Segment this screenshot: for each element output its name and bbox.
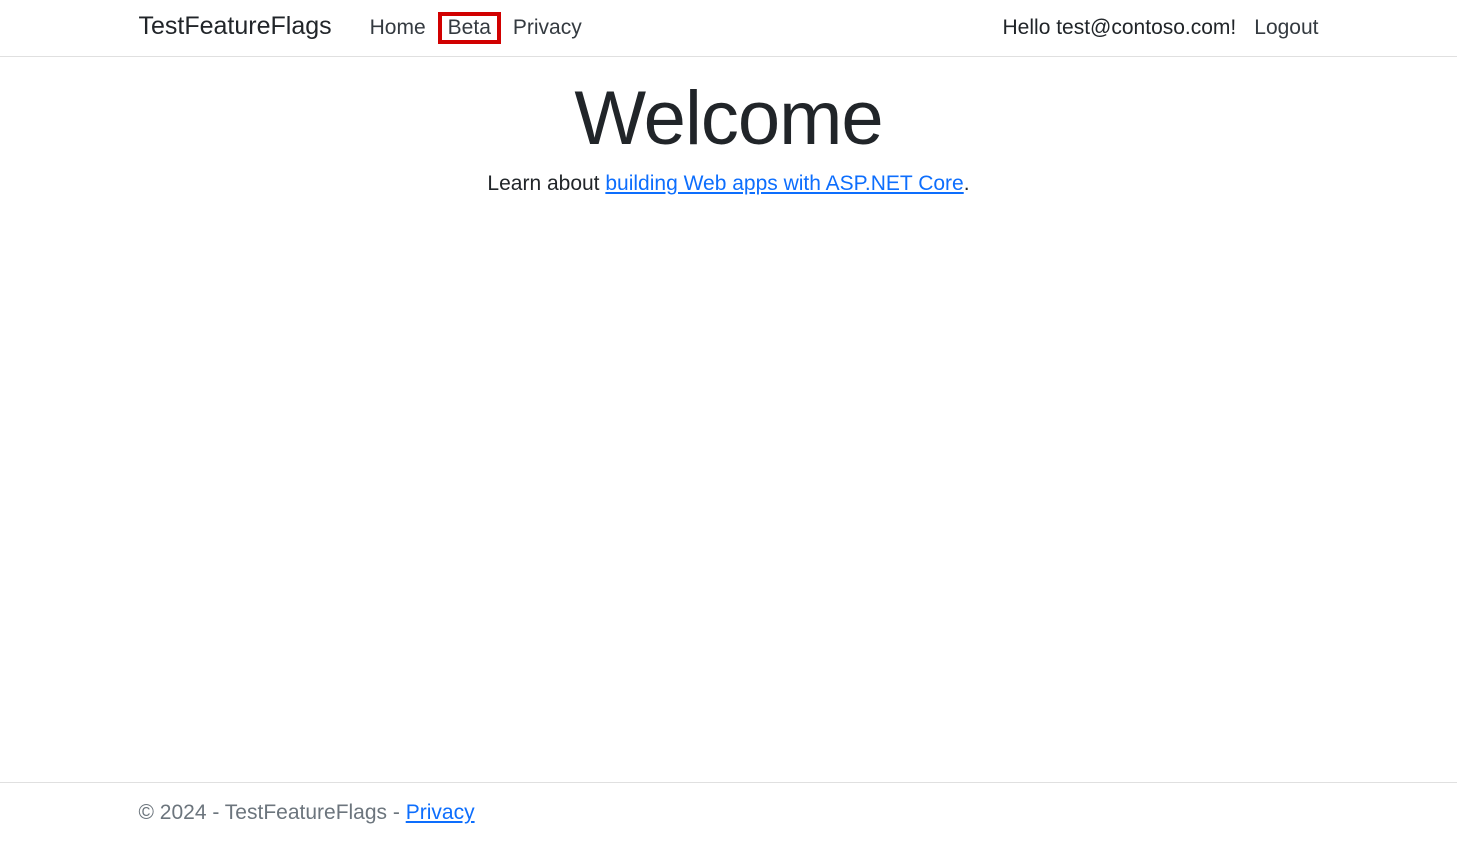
navbar-left: TestFeatureFlags Home Beta Privacy (139, 12, 590, 44)
nav-links: Home Beta Privacy (362, 12, 590, 44)
logout-link[interactable]: Logout (1254, 16, 1318, 40)
lead-prefix: Learn about (487, 172, 605, 195)
footer-privacy-link[interactable]: Privacy (406, 801, 475, 824)
brand-link[interactable]: TestFeatureFlags (139, 12, 332, 41)
user-greeting: Hello test@contoso.com! (1003, 16, 1237, 40)
nav-link-home[interactable]: Home (362, 13, 434, 43)
navbar-right: Hello test@contoso.com! Logout (1003, 16, 1319, 40)
footer-copyright: © 2024 - TestFeatureFlags - (139, 801, 406, 824)
nav-link-privacy[interactable]: Privacy (505, 13, 590, 43)
nav-link-beta[interactable]: Beta (438, 12, 501, 44)
navbar-inner: TestFeatureFlags Home Beta Privacy Hello… (139, 12, 1319, 44)
lead-text: Learn about building Web apps with ASP.N… (487, 172, 969, 196)
lead-link[interactable]: building Web apps with ASP.NET Core (605, 172, 963, 195)
footer-inner: © 2024 - TestFeatureFlags - Privacy (139, 801, 1319, 825)
footer-text: © 2024 - TestFeatureFlags - Privacy (139, 801, 475, 824)
page-title: Welcome (574, 75, 882, 162)
lead-suffix: . (964, 172, 970, 195)
navbar: TestFeatureFlags Home Beta Privacy Hello… (0, 0, 1457, 57)
main-content: Welcome Learn about building Web apps wi… (0, 57, 1457, 782)
footer: © 2024 - TestFeatureFlags - Privacy (0, 782, 1457, 855)
